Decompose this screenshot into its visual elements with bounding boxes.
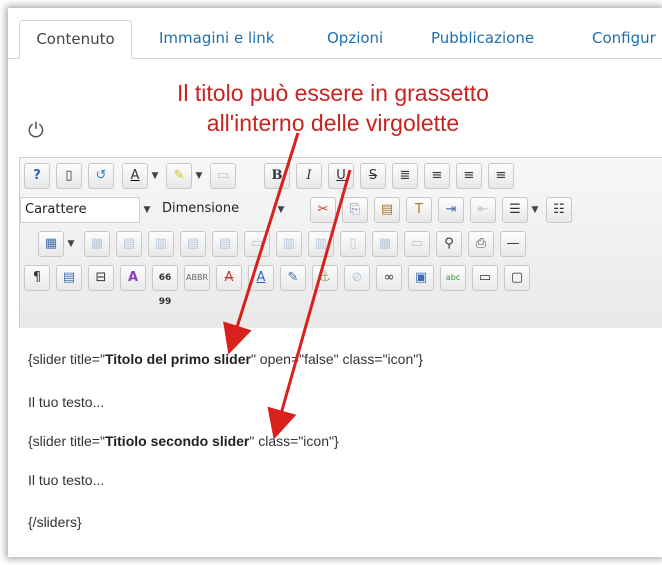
pagebreak-icon[interactable]: ⊟ <box>88 265 114 291</box>
content-line-5: {/sliders} <box>28 514 82 530</box>
content-line-3: {slider title="Titiolo secondo slider" c… <box>28 433 339 449</box>
editor-content-area[interactable]: {slider title="Titolo del primo slider" … <box>19 328 662 557</box>
print-icon[interactable]: ⎙ <box>468 231 494 257</box>
content-line-3-bold: Titiolo secondo slider <box>104 433 250 449</box>
row-props-icon[interactable]: ▤ <box>116 231 142 257</box>
anchor-icon[interactable]: ⚓ <box>312 265 338 291</box>
font-size-dropdown-icon[interactable]: ▼ <box>274 197 288 223</box>
align-right-icon[interactable]: ≡ <box>488 163 514 189</box>
annotation-line-2: all'interno delle virgolette <box>206 110 460 136</box>
content-line-4: Il tuo testo... <box>28 472 105 488</box>
tab-immagini-e-link[interactable]: Immagini e link <box>159 20 275 58</box>
hr-icon[interactable]: ▭ <box>472 265 498 291</box>
split-cells-icon[interactable]: ▦ <box>372 231 398 257</box>
row-after-icon[interactable]: ▤ <box>212 231 238 257</box>
content-line-1-post: " open="false" class="icon"} <box>250 351 423 367</box>
fullscreen-icon[interactable]: ▢ <box>504 265 530 291</box>
cell-props-icon[interactable]: ▥ <box>148 231 174 257</box>
content-line-3-pre: {slider title=" <box>28 433 105 449</box>
content-line-1-bold: Titolo del primo slider <box>104 351 251 367</box>
tab-bar: Contenuto Immagini e link Opzioni Pubbli… <box>8 8 662 59</box>
annotation-text: Il titolo può essere in grassetto all'in… <box>118 78 548 138</box>
font-size-select[interactable]: Dimensione <box>158 197 276 223</box>
content-line-1: {slider title="Titolo del primo slider" … <box>28 351 423 367</box>
annotation-line-1: Il titolo può essere in grassetto <box>177 80 489 106</box>
inserted-text-icon[interactable]: A <box>248 265 274 291</box>
deleted-text-icon[interactable]: A <box>216 265 242 291</box>
font-color-icon[interactable]: A <box>122 163 148 189</box>
cut-icon[interactable]: ✂ <box>310 197 336 223</box>
delete-table-icon[interactable]: ▦ <box>84 231 110 257</box>
font-color-dropdown-icon[interactable]: ▼ <box>148 163 162 189</box>
horizontal-rule-icon[interactable]: — <box>500 231 526 257</box>
styles-icon[interactable]: A <box>120 265 146 291</box>
outdent-icon[interactable]: ⇤ <box>470 197 496 223</box>
row-before-icon[interactable]: ▤ <box>180 231 206 257</box>
justify-icon[interactable]: ≣ <box>392 163 418 189</box>
font-family-dropdown-icon[interactable]: ▼ <box>140 197 154 223</box>
edit-attributes-icon[interactable]: ✎ <box>280 265 306 291</box>
highlight-color-icon[interactable]: ✎ <box>166 163 192 189</box>
show-blocks-button[interactable]: ¶ <box>24 265 50 291</box>
strikethrough-button[interactable]: S <box>360 163 386 189</box>
link-icon[interactable]: ∞ <box>376 265 402 291</box>
indent-icon[interactable]: ⇥ <box>438 197 464 223</box>
editor-window: Contenuto Immagini e link Opzioni Pubbli… <box>8 8 662 557</box>
help-icon[interactable]: ? <box>24 163 50 189</box>
col-before-icon[interactable]: ▥ <box>276 231 302 257</box>
power-icon[interactable]: ⏻ <box>28 118 44 142</box>
italic-button[interactable]: I <box>296 163 322 189</box>
numbered-list-icon[interactable]: ☰ <box>502 197 528 223</box>
tab-pubblicazione[interactable]: Pubblicazione <box>431 20 534 58</box>
tab-opzioni[interactable]: Opzioni <box>327 20 383 58</box>
col-after-icon[interactable]: ▥ <box>308 231 334 257</box>
font-family-select-label: Carattere <box>25 202 87 217</box>
toolbar-row-4: ¶ ▤ ⊟ A 66 99 ABBR A A ✎ ⚓ ⊘ ∞ ▣ abc ▭ ▢ <box>20 262 662 307</box>
undo-icon[interactable]: ↺ <box>88 163 114 189</box>
delete-col-icon[interactable]: ▯ <box>340 231 366 257</box>
highlight-dropdown-icon[interactable]: ▼ <box>192 163 206 189</box>
table-icon[interactable]: ▦ <box>38 231 64 257</box>
template-icon[interactable]: ▤ <box>56 265 82 291</box>
image-icon[interactable]: ▣ <box>408 265 434 291</box>
tab-contenuto[interactable]: Contenuto <box>19 20 132 59</box>
table-dropdown-icon[interactable]: ▼ <box>64 231 78 257</box>
font-family-select[interactable]: Carattere <box>20 197 140 223</box>
unlink-icon[interactable]: ⊘ <box>344 265 370 291</box>
editor-toolbar: ? ▯ ↺ A ▼ ✎ ▼ ▭ B I U S ≣ ≡ ≡ ≡ Caratter… <box>19 157 662 329</box>
numbered-list-dropdown-icon[interactable]: ▼ <box>528 197 542 223</box>
merge-cells-icon[interactable]: ▭ <box>404 231 430 257</box>
new-document-icon[interactable]: ▯ <box>56 163 82 189</box>
toolbar-row-2: Carattere ▼ Dimensione ▼ ✂ ⎘ ▤ T ⇥ ⇤ ☰ ▼… <box>20 194 662 228</box>
align-left-icon[interactable]: ≡ <box>456 163 482 189</box>
toolbar-row-1: ? ▯ ↺ A ▼ ✎ ▼ ▭ B I U S ≣ ≡ ≡ ≡ <box>20 160 662 194</box>
tab-configurazione[interactable]: Configur <box>592 20 656 58</box>
blockquote-button[interactable]: 66 99 <box>152 265 178 307</box>
content-line-3-post: " class="icon"} <box>249 433 339 449</box>
clear-format-icon[interactable]: ▭ <box>210 163 236 189</box>
content-line-2: Il tuo testo... <box>28 394 105 410</box>
underline-button[interactable]: U <box>328 163 354 189</box>
font-size-select-label: Dimensione <box>162 201 240 216</box>
delete-row-icon[interactable]: ▭ <box>244 231 270 257</box>
paste-text-icon[interactable]: T <box>406 197 432 223</box>
spellcheck-button[interactable]: abc <box>440 265 466 291</box>
copy-icon[interactable]: ⎘ <box>342 197 368 223</box>
bold-button[interactable]: B <box>264 163 290 189</box>
toolbar-row-3: ▦ ▼ ▦ ▤ ▥ ▤ ▤ ▭ ▥ ▥ ▯ ▦ ▭ ⚲ ⎙ — <box>20 228 662 262</box>
bullet-list-icon[interactable]: ☷ <box>546 197 572 223</box>
find-icon[interactable]: ⚲ <box>436 231 462 257</box>
paste-icon[interactable]: ▤ <box>374 197 400 223</box>
content-line-1-pre: {slider title=" <box>28 351 105 367</box>
align-center-icon[interactable]: ≡ <box>424 163 450 189</box>
abbr-button[interactable]: ABBR <box>184 265 210 291</box>
